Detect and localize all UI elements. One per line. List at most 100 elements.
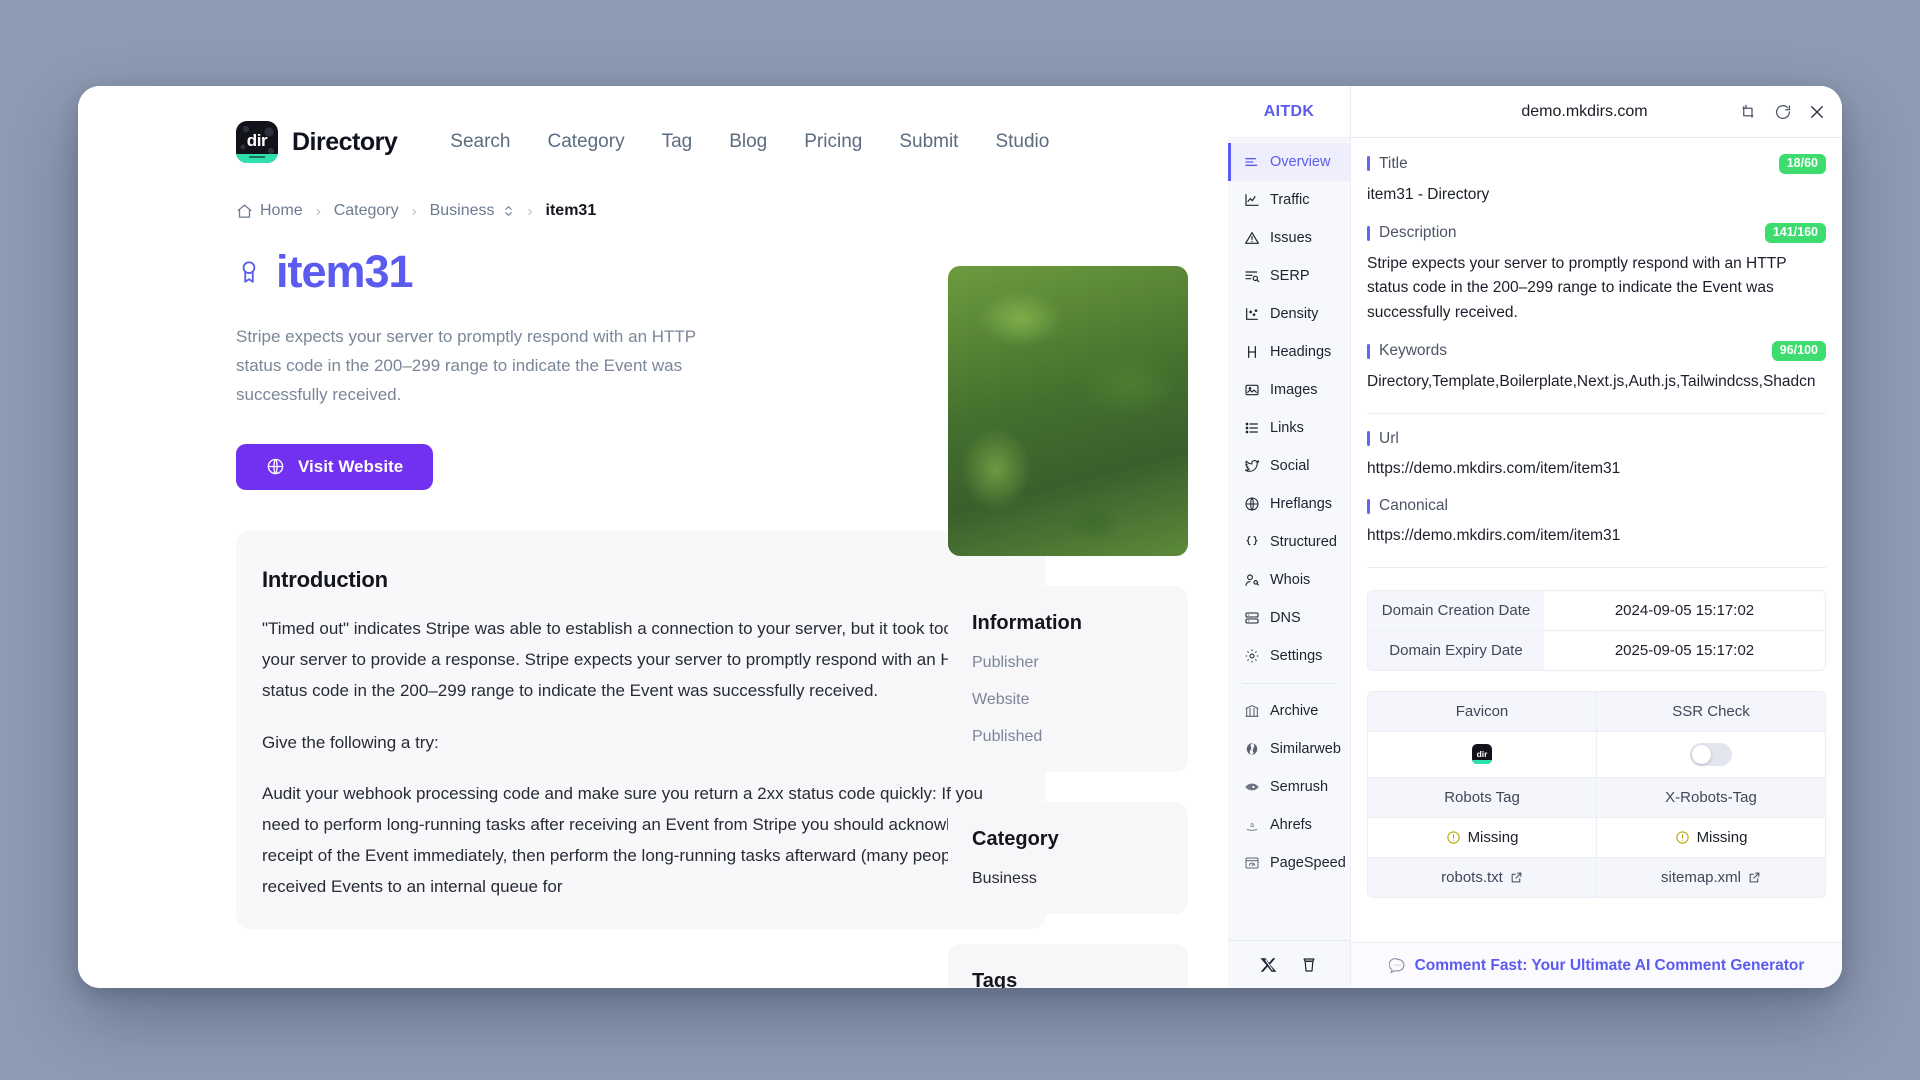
breadcrumb-category[interactable]: Category [334, 202, 399, 220]
sidebar-item-structured[interactable]: Structured [1228, 523, 1350, 561]
page-sidebar: Information Publisher Website Published … [948, 266, 1228, 988]
traffic-icon [1244, 192, 1260, 208]
award-badge-icon [236, 257, 262, 287]
breadcrumb-business[interactable]: Business [430, 202, 515, 220]
sidebar-item-similarweb[interactable]: Similarweb [1228, 730, 1350, 768]
seo-url-label-wrap: Url [1367, 430, 1399, 448]
sidebar-label: Hreflangs [1270, 496, 1333, 512]
svg-text:a: a [1250, 819, 1254, 829]
seo-canonical-label-wrap: Canonical [1367, 497, 1448, 515]
domain-table: Domain Creation Date 2024-09-05 15:17:02… [1367, 589, 1826, 671]
nav-item-submit[interactable]: Submit [899, 131, 958, 153]
sidebar-item-archive[interactable]: Archive [1228, 692, 1350, 730]
nav-item-tag[interactable]: Tag [662, 131, 693, 153]
extension-nav: Overview Traffic Issues SERP Density Hea… [1228, 138, 1350, 940]
article-card: Introduction "Timed out" indicates Strip… [236, 530, 1046, 930]
expand-icon[interactable] [1740, 103, 1758, 121]
sidebar-item-images[interactable]: Images [1228, 371, 1350, 409]
sidebar-item-headings[interactable]: Headings [1228, 333, 1350, 371]
sidebar-item-dns[interactable]: DNS [1228, 599, 1350, 637]
information-row-publisher: Publisher [972, 654, 1039, 671]
archive-icon [1244, 703, 1260, 719]
sidebar-item-ahrefs[interactable]: a Ahrefs [1228, 806, 1350, 844]
ssr-check-cell [1596, 731, 1825, 777]
sidebar-item-density[interactable]: Density [1228, 295, 1350, 333]
browser-window: dir Directory Search Category Tag Blog P… [78, 86, 1842, 988]
external-link-icon [1748, 871, 1761, 884]
nav-item-search[interactable]: Search [450, 131, 510, 153]
table-row: Domain Expiry Date 2025-09-05 15:17:02 [1368, 629, 1825, 670]
semrush-icon [1244, 779, 1260, 795]
close-icon[interactable] [1808, 103, 1826, 121]
domain-expiry-value: 2025-09-05 15:17:02 [1614, 641, 1755, 659]
nav-item-category[interactable]: Category [547, 131, 624, 153]
sidebar-item-overview[interactable]: Overview [1228, 143, 1350, 181]
website-page: dir Directory Search Category Tag Blog P… [78, 86, 1228, 988]
sidebar-label: PageSpeed [1270, 855, 1346, 871]
home-icon [236, 203, 253, 220]
sidebar-item-pagespeed[interactable]: PageSpeed [1228, 844, 1350, 882]
serp-icon [1244, 268, 1260, 284]
category-heading: Category [972, 828, 1059, 850]
hreflangs-icon [1244, 496, 1260, 512]
sidebar-item-whois[interactable]: Whois [1228, 561, 1350, 599]
sidebar-label: Social [1270, 458, 1310, 474]
robots-tag-status-text: Missing [1467, 828, 1519, 846]
table-row: Favicon SSR Check [1368, 691, 1825, 731]
breadcrumb-home[interactable]: Home [236, 202, 303, 220]
extension-header: demo.mkdirs.com [1351, 86, 1842, 138]
accent-bar-icon [1367, 343, 1370, 359]
sitemap-xml-link[interactable]: sitemap.xml [1596, 857, 1825, 897]
sidebar-item-issues[interactable]: Issues [1228, 219, 1350, 257]
item-screenshot [948, 266, 1188, 556]
favicon-mark-text: dir [1476, 749, 1488, 760]
seo-url-label: Url [1379, 429, 1399, 447]
ssr-toggle[interactable] [1690, 742, 1732, 766]
table-row: Robots Tag X-Robots-Tag [1368, 776, 1825, 817]
seo-description-label-wrap: Description [1367, 224, 1457, 242]
sidebar-item-social[interactable]: Social [1228, 447, 1350, 485]
sidebar-item-serp[interactable]: SERP [1228, 257, 1350, 295]
seo-keywords-label: Keywords [1379, 342, 1448, 360]
article-paragraph-3: Audit your webhook processing code and m… [262, 784, 997, 897]
sitemap-xml-label: sitemap.xml [1660, 868, 1742, 886]
x-twitter-icon[interactable] [1260, 956, 1278, 974]
robots-txt-label: robots.txt [1441, 868, 1503, 886]
visit-website-label: Visit Website [298, 456, 404, 476]
sidebar-label: Similarweb [1270, 741, 1341, 757]
nav-item-pricing[interactable]: Pricing [804, 131, 862, 153]
sidebar-item-hreflangs[interactable]: Hreflangs [1228, 485, 1350, 523]
breadcrumb-sep-icon: › [315, 202, 321, 220]
sidebar-label: Settings [1270, 648, 1323, 664]
brand-logo-link[interactable]: dir Directory [236, 121, 398, 163]
seo-block-description: Description 141/160 Stripe expects your … [1367, 207, 1826, 325]
sidebar-item-links[interactable]: Links [1228, 409, 1350, 447]
seo-title-badge: 18/60 [1778, 154, 1826, 174]
domain-creation-key: Domain Creation Date [1368, 590, 1544, 630]
seo-description-badge: 141/160 [1764, 223, 1826, 243]
extension-brand: AITDK [1228, 86, 1350, 138]
ssr-check-header: SSR Check [1596, 691, 1825, 731]
breadcrumb-current: item31 [545, 202, 597, 219]
robots-txt-link[interactable]: robots.txt [1368, 857, 1596, 897]
gear-icon [1244, 648, 1260, 664]
nav-item-studio[interactable]: Studio [995, 131, 1049, 153]
promo-banner[interactable]: Comment Fast: Your Ultimate AI Comment G… [1351, 942, 1842, 988]
sidebar-label: Issues [1270, 230, 1312, 246]
breadcrumb-business-label: Business [429, 202, 495, 219]
seo-title-label: Title [1379, 154, 1408, 172]
item-tagline: Stripe expects your server to promptly r… [236, 327, 696, 405]
tags-card: Tags [948, 944, 1188, 988]
globe-icon [266, 457, 285, 476]
table-row: dir [1368, 730, 1825, 777]
coffee-icon[interactable] [1300, 956, 1318, 974]
sidebar-item-traffic[interactable]: Traffic [1228, 181, 1350, 219]
sidebar-item-settings[interactable]: Settings [1228, 637, 1350, 675]
warning-icon [1446, 830, 1461, 845]
sidebar-item-semrush[interactable]: Semrush [1228, 768, 1350, 806]
sidebar-label: Density [1270, 306, 1319, 322]
refresh-icon[interactable] [1774, 103, 1792, 121]
category-value[interactable]: Business [972, 870, 1164, 888]
visit-website-button[interactable]: Visit Website [236, 443, 434, 490]
nav-item-blog[interactable]: Blog [729, 131, 767, 153]
